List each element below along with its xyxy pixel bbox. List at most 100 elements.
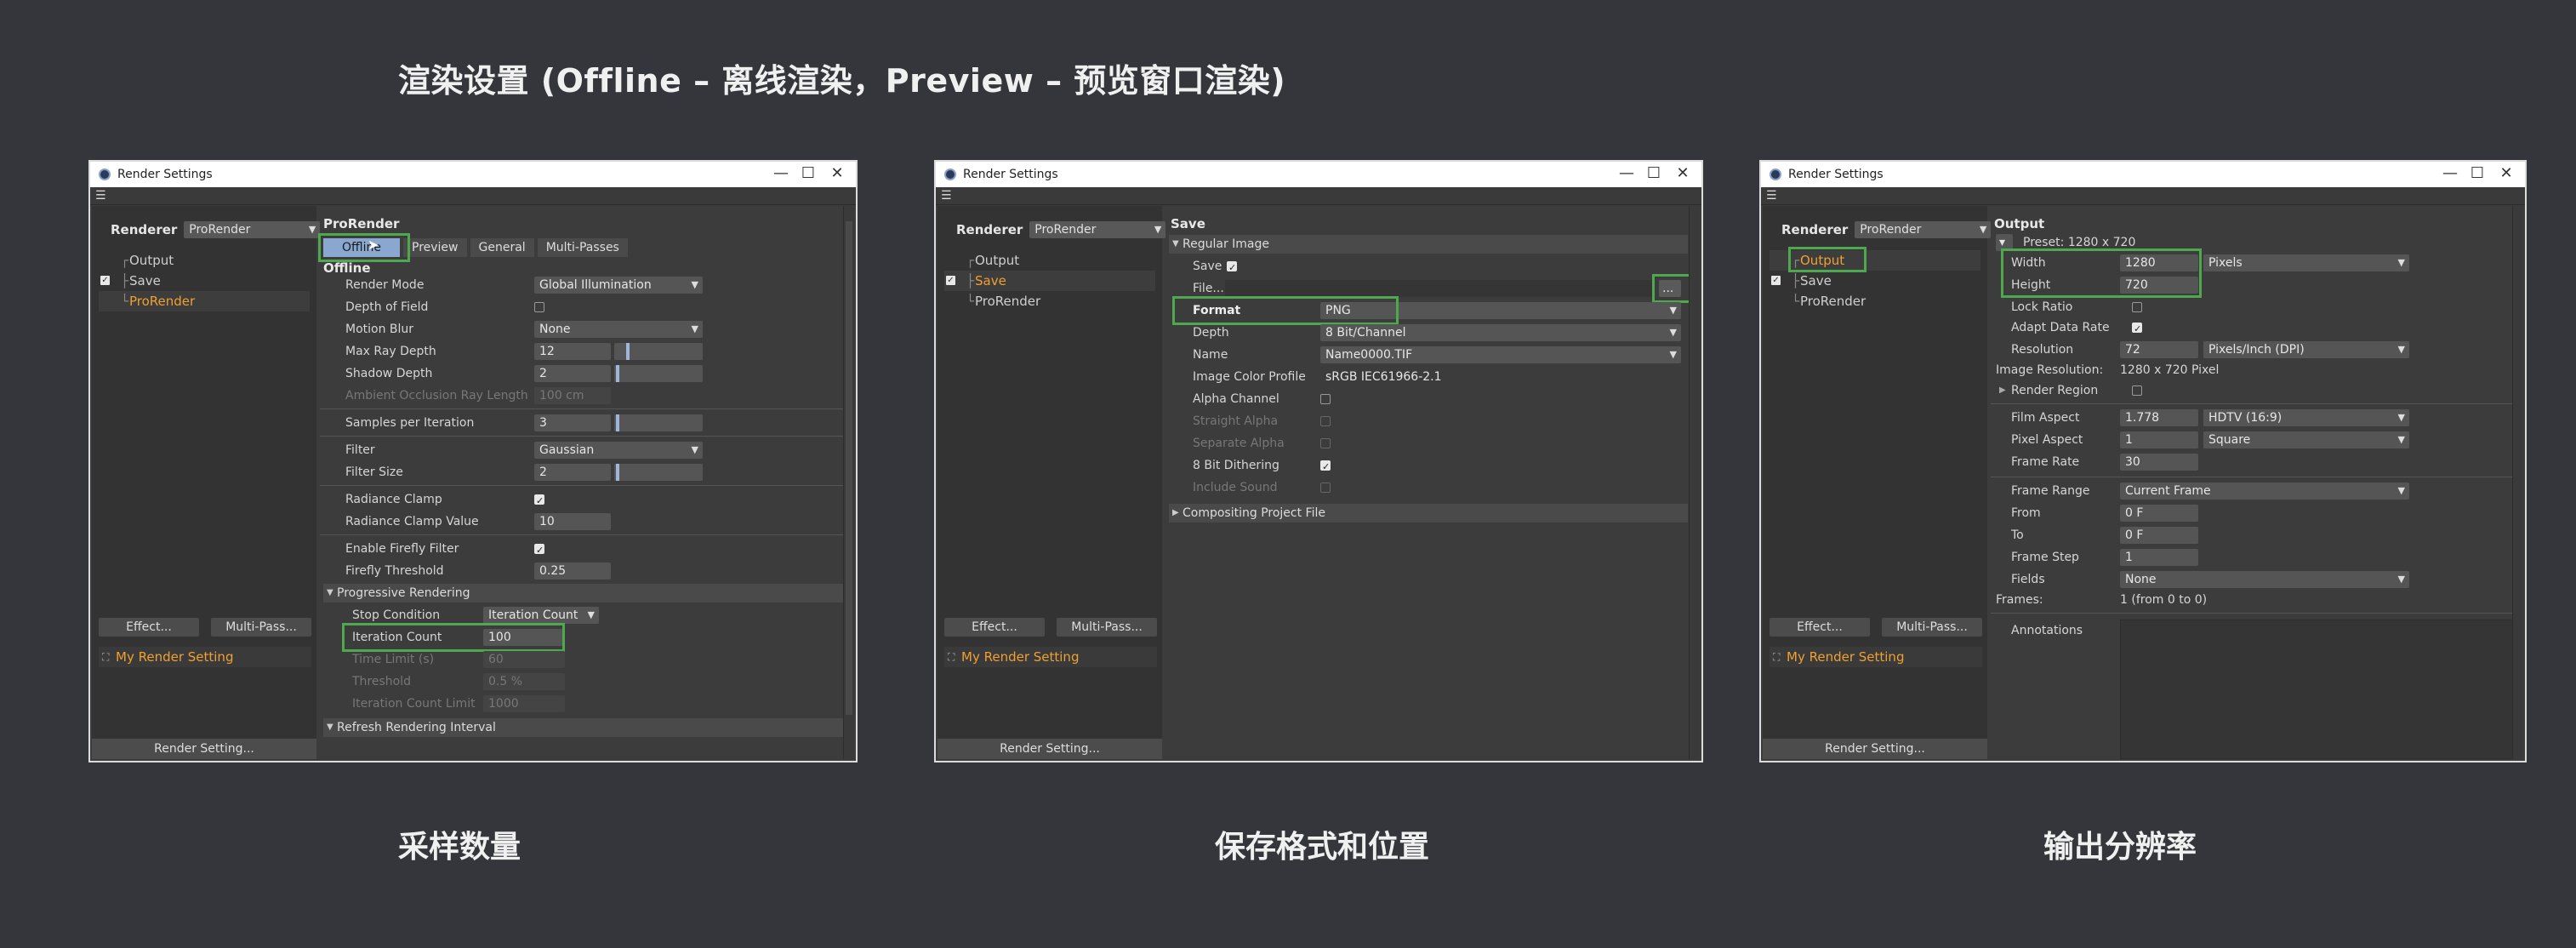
from-input[interactable]: 0 F — [2120, 505, 2198, 522]
render-mode-dropdown[interactable]: Global Illumination ▼ — [534, 277, 703, 294]
filter-dropdown[interactable]: Gaussian ▼ — [534, 442, 703, 459]
render-setting-list-item[interactable]: ⛶ My Render Setting — [1770, 647, 1982, 667]
file-browse-button[interactable]: ... — [1659, 280, 1681, 297]
file-path-input[interactable] — [1225, 280, 1654, 297]
iteration-count-input[interactable]: 100 — [483, 629, 565, 646]
menu-icon[interactable]: ☰ — [941, 190, 955, 202]
name-dropdown[interactable]: Name0000.TIF ▼ — [1320, 346, 1681, 363]
multi-pass-button[interactable]: Multi-Pass... — [211, 618, 311, 637]
filter-size-slider[interactable] — [614, 464, 703, 481]
preset-toggle[interactable]: ▾ — [1996, 234, 2013, 251]
firefly-threshold-input[interactable]: 0.25 — [534, 563, 611, 580]
tree-item-output[interactable]: ┌ Output — [944, 250, 1155, 271]
render-setting-button[interactable]: Render Setting... — [92, 739, 316, 759]
effect-button[interactable]: Effect... — [99, 618, 199, 637]
menu-icon[interactable]: ☰ — [1766, 190, 1780, 202]
frame-rate-input[interactable]: 30 — [2120, 454, 2198, 471]
max-ray-depth-slider[interactable] — [614, 343, 703, 360]
save-checkbox[interactable] — [1227, 259, 1237, 277]
row-image-resolution: Image Resolution: 1280 x 720 Pixel — [1996, 363, 2220, 377]
window-titlebar[interactable]: Render Settings — ☐ ✕ — [1761, 162, 2525, 187]
film-aspect-input[interactable]: 1.778 — [2120, 409, 2198, 426]
minimize-icon[interactable]: — — [1616, 164, 1637, 182]
lock-ratio-checkbox[interactable] — [2132, 302, 2142, 312]
tab-preview[interactable]: Preview — [403, 238, 467, 257]
radiance-clamp-value-input[interactable]: 10 — [534, 513, 611, 530]
color-profile-field[interactable]: sRGB IEC61966-2.1 — [1320, 368, 1681, 385]
stop-condition-dropdown[interactable]: Iteration Count ▼ — [483, 607, 599, 624]
samples-slider[interactable] — [614, 414, 703, 431]
close-icon[interactable]: ✕ — [827, 164, 847, 182]
pixel-aspect-input[interactable]: 1 — [2120, 431, 2198, 448]
effect-button[interactable]: Effect... — [1770, 618, 1870, 637]
render-setting-list-item[interactable]: ⛶ My Render Setting — [99, 647, 311, 667]
tree-item-output[interactable]: ┌ Output — [1770, 250, 1980, 271]
window-titlebar[interactable]: Render Settings — ☐ ✕ — [936, 162, 1701, 187]
width-unit-dropdown[interactable]: Pixels ▼ — [2203, 254, 2409, 271]
max-ray-depth-input[interactable]: 12 — [534, 343, 611, 360]
depth-dropdown[interactable]: 8 Bit/Channel ▼ — [1320, 324, 1681, 341]
to-input[interactable]: 0 F — [2120, 527, 2198, 544]
filter-size-input[interactable]: 2 — [534, 464, 611, 481]
multi-pass-button[interactable]: Multi-Pass... — [1057, 618, 1157, 637]
menu-icon[interactable]: ☰ — [95, 190, 109, 202]
window-titlebar[interactable]: Render Settings — ☐ ✕ — [90, 162, 856, 187]
pixel-aspect-dropdown[interactable]: Square ▼ — [2203, 431, 2409, 448]
shadow-depth-slider[interactable] — [614, 365, 703, 382]
minimize-icon[interactable]: — — [771, 164, 791, 182]
alpha-channel-checkbox[interactable] — [1320, 394, 1331, 404]
vertical-scrollbar[interactable] — [2512, 206, 2523, 759]
format-dropdown[interactable]: PNG ▼ — [1320, 302, 1681, 319]
film-aspect-dropdown[interactable]: HDTV (16:9) ▼ — [2203, 409, 2409, 426]
multi-pass-button[interactable]: Multi-Pass... — [1882, 618, 1982, 637]
tab-multi-passes[interactable]: Multi-Passes — [537, 238, 628, 257]
frame-range-dropdown[interactable]: Current Frame ▼ — [2120, 483, 2409, 500]
height-input[interactable]: 720 — [2120, 277, 2198, 294]
tree-item-output[interactable]: ┌ Output — [99, 250, 310, 271]
adapt-data-rate-checkbox[interactable] — [2132, 320, 2142, 339]
render-setting-list-item[interactable]: ⛶ My Render Setting — [944, 647, 1157, 667]
tree-item-save[interactable]: ✓ ├ Save — [1770, 271, 1980, 291]
depth-of-field-checkbox[interactable] — [534, 302, 544, 312]
tree-item-prorender[interactable]: └ ProRender — [99, 291, 310, 311]
close-icon[interactable]: ✕ — [2496, 164, 2516, 182]
section-regular-image[interactable]: ▼ Regular Image — [1169, 235, 1688, 254]
renderer-dropdown[interactable]: ProRender ▼ — [184, 221, 321, 238]
radiance-clamp-checkbox[interactable] — [534, 492, 544, 511]
tree-item-prorender[interactable]: └ ProRender — [1770, 291, 1980, 311]
frame-step-input[interactable]: 1 — [2120, 549, 2198, 566]
row-height: Height 720 — [2011, 276, 2522, 294]
maximize-icon[interactable]: ☐ — [1644, 164, 1664, 182]
maximize-icon[interactable]: ☐ — [2467, 164, 2488, 182]
section-progressive-rendering[interactable]: ▼ Progressive Rendering — [323, 584, 844, 602]
tree-item-save[interactable]: ✓ ├ Save — [99, 271, 310, 291]
width-input[interactable]: 1280 — [2120, 254, 2198, 271]
annotations-textarea[interactable] — [2120, 620, 2522, 759]
close-icon[interactable]: ✕ — [1673, 164, 1693, 182]
section-compositing-project-file[interactable]: ▶ Compositing Project File — [1169, 504, 1688, 523]
renderer-dropdown[interactable]: ProRender ▼ — [1029, 221, 1166, 238]
tab-offline[interactable]: Offline — [323, 238, 400, 257]
fields-dropdown[interactable]: None ▼ — [2120, 571, 2409, 588]
samples-per-iteration-input[interactable]: 3 — [534, 414, 611, 431]
effect-button[interactable]: Effect... — [944, 618, 1045, 637]
tab-general[interactable]: General — [470, 238, 534, 257]
firefly-filter-checkbox[interactable] — [534, 541, 544, 560]
resolution-input[interactable]: 72 — [2120, 341, 2198, 358]
dithering-checkbox[interactable] — [1320, 458, 1331, 477]
motion-blur-dropdown[interactable]: None ▼ — [534, 321, 703, 338]
render-region-checkbox[interactable] — [2132, 385, 2142, 396]
shadow-depth-input[interactable]: 2 — [534, 365, 611, 382]
section-refresh-rendering-interval[interactable]: ▼ Refresh Rendering Interval — [323, 718, 844, 737]
maximize-icon[interactable]: ☐ — [798, 164, 818, 182]
resolution-unit-dropdown[interactable]: Pixels/Inch (DPI) ▼ — [2203, 341, 2409, 358]
render-setting-button[interactable]: Render Setting... — [938, 739, 1162, 759]
render-setting-button[interactable]: Render Setting... — [1763, 739, 1987, 759]
minimize-icon[interactable]: — — [2440, 164, 2460, 182]
renderer-dropdown[interactable]: ProRender ▼ — [1855, 221, 1992, 238]
vertical-scrollbar[interactable] — [1689, 206, 1700, 759]
vertical-scrollbar[interactable] — [843, 206, 854, 759]
tree-item-prorender[interactable]: └ ProRender — [944, 291, 1155, 311]
tree-item-save[interactable]: ✓ ├ Save — [944, 271, 1155, 291]
renderer-label: Renderer — [1781, 222, 1849, 237]
